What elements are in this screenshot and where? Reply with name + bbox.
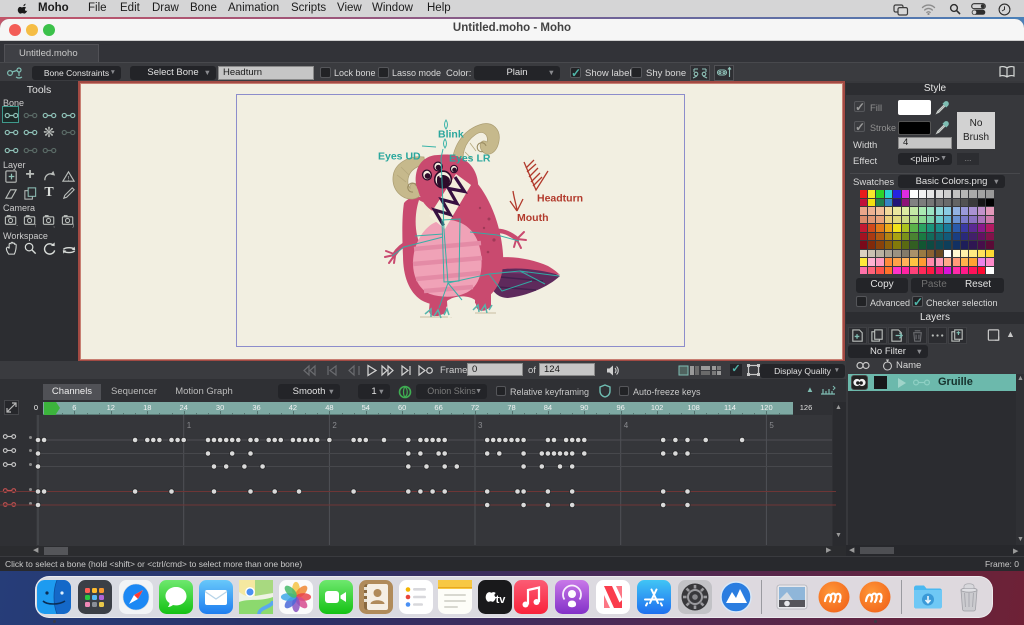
svg-text:Mouth: Mouth [517, 212, 549, 224]
svg-text:-: - [16, 223, 18, 228]
svg-text:!: ! [67, 175, 69, 182]
svg-text:↑: ↑ [34, 223, 37, 228]
svg-text:,: , [53, 223, 55, 228]
svg-text:Eyes LR: Eyes LR [449, 153, 491, 165]
svg-text:tv: tv [496, 594, 507, 606]
svg-text:Blink: Blink [438, 129, 464, 141]
svg-text:Eyes UD: Eyes UD [378, 151, 421, 163]
svg-text:Headturn: Headturn [537, 193, 583, 205]
svg-text:): ) [72, 223, 74, 228]
